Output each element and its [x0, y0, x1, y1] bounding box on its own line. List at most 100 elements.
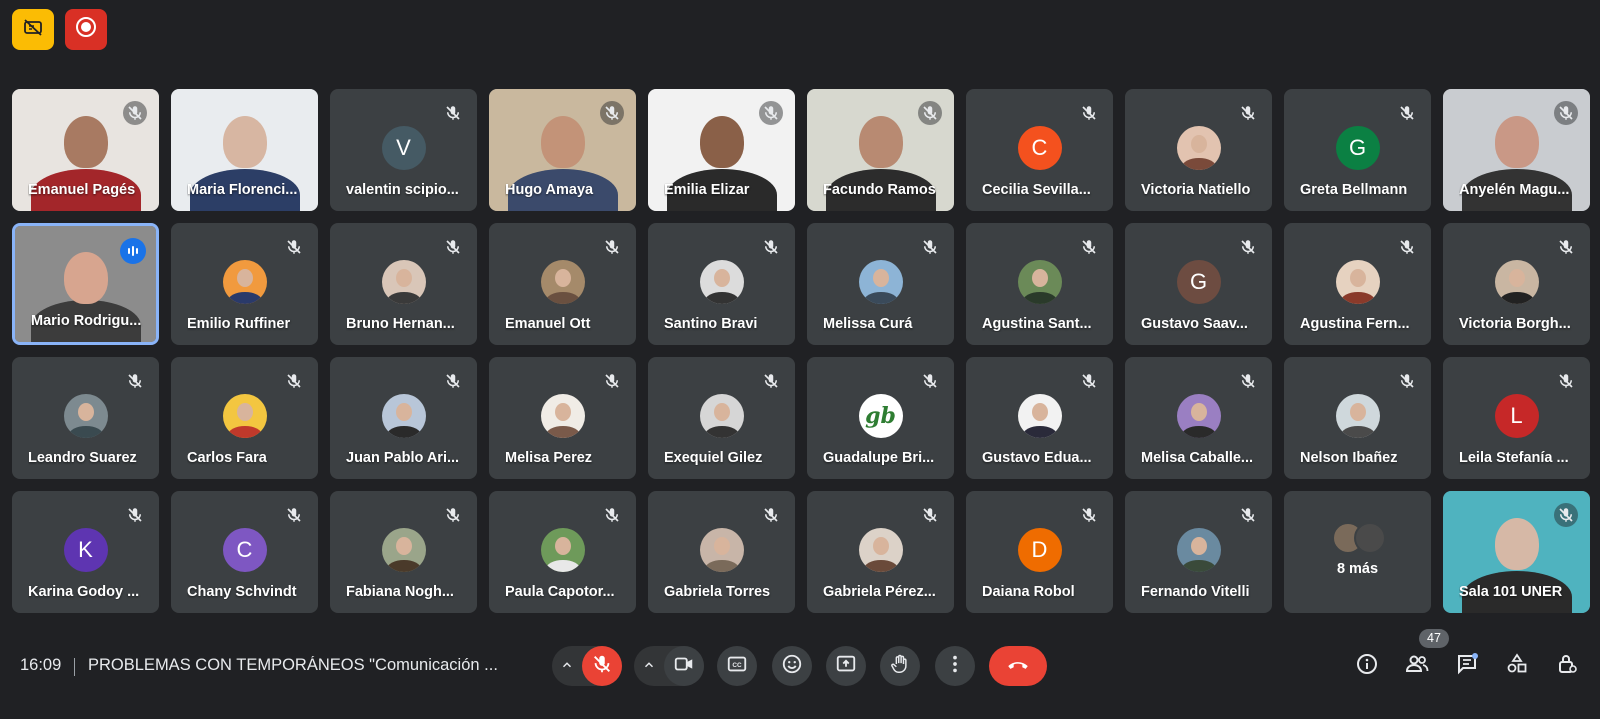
- participant-tile[interactable]: Melisa Perez: [489, 357, 636, 479]
- avatar-photo: [63, 394, 108, 438]
- avatar-photo-head: [1190, 135, 1207, 153]
- participant-tile[interactable]: C Cecilia Sevilla...: [966, 89, 1113, 211]
- avatar-photo-body: [545, 560, 580, 572]
- chat-icon: [1455, 652, 1479, 681]
- avatar-photo-head: [1031, 269, 1048, 287]
- participant-tile[interactable]: Anyelén Magu...: [1443, 89, 1590, 211]
- mic-off-icon: [441, 101, 465, 125]
- participant-tile[interactable]: D Daiana Robol: [966, 491, 1113, 613]
- recording-button[interactable]: [65, 9, 107, 50]
- host-controls-button[interactable]: [1552, 651, 1582, 681]
- mic-off-icon: [282, 503, 306, 527]
- mic-off-icon: [1077, 503, 1101, 527]
- participant-tile[interactable]: Emanuel Ott: [489, 223, 636, 345]
- participant-tile[interactable]: Agustina Sant...: [966, 223, 1113, 345]
- participant-tile[interactable]: Hugo Amaya: [489, 89, 636, 211]
- participant-tile[interactable]: Gabriela Pérez...: [807, 491, 954, 613]
- participant-tile[interactable]: C Chany Schvindt: [171, 491, 318, 613]
- mic-toggle-button[interactable]: [582, 646, 622, 686]
- participant-tile[interactable]: Santino Bravi: [648, 223, 795, 345]
- camera-toggle-button[interactable]: [664, 646, 704, 686]
- mic-off-icon: [591, 653, 613, 680]
- participant-tile[interactable]: Paula Capotor...: [489, 491, 636, 613]
- avatar-photo-body: [1340, 426, 1375, 438]
- more-participants-tile[interactable]: 8 más: [1284, 491, 1431, 613]
- participant-tile[interactable]: Sala 101 UNER: [1443, 491, 1590, 613]
- participant-tile[interactable]: Carlos Fara: [171, 357, 318, 479]
- participant-tile[interactable]: Mario Rodrigu...: [12, 223, 159, 345]
- participant-name: Anyelén Magu...: [1459, 182, 1570, 198]
- meeting-details-button[interactable]: [1352, 651, 1382, 681]
- camera-options-chevron-icon[interactable]: [642, 658, 656, 677]
- avatar-photo-body: [1181, 158, 1216, 170]
- participant-tile[interactable]: gb Guadalupe Bri...: [807, 357, 954, 479]
- participant-tile[interactable]: Facundo Ramos: [807, 89, 954, 211]
- participant-tile[interactable]: Gustavo Edua...: [966, 357, 1113, 479]
- participant-tile[interactable]: G Gustavo Saav...: [1125, 223, 1272, 345]
- mic-off-icon: [1554, 369, 1578, 393]
- mic-off-icon: [759, 235, 783, 259]
- raise-hand-button[interactable]: [880, 646, 920, 686]
- participant-tile[interactable]: Leandro Suarez: [12, 357, 159, 479]
- avatar-photo: [1335, 394, 1380, 438]
- avatar-photo-head: [872, 269, 889, 287]
- avatar-photo-body: [227, 292, 262, 304]
- mic-off-icon: [1077, 101, 1101, 125]
- avatar-photo-body: [1499, 292, 1534, 304]
- video-person-head: [699, 115, 744, 168]
- mic-off-icon: [1395, 369, 1419, 393]
- participant-name: Gabriela Torres: [664, 584, 771, 600]
- avatar-photo-body: [1340, 292, 1375, 304]
- leave-call-button[interactable]: [989, 646, 1047, 686]
- captions-button[interactable]: CC: [717, 646, 757, 686]
- no-camera-warning-icon: [21, 15, 45, 44]
- participant-tile[interactable]: Juan Pablo Ari...: [330, 357, 477, 479]
- avatar-photo-body: [704, 560, 739, 572]
- avatar-photo: [222, 394, 267, 438]
- camera-warning-button[interactable]: [12, 9, 54, 50]
- avatar-letter: C: [1017, 126, 1062, 170]
- participant-tile[interactable]: Melissa Curá: [807, 223, 954, 345]
- participant-name: Melisa Caballe...: [1141, 450, 1254, 466]
- participant-name: Exequiel Gilez: [664, 450, 763, 466]
- participant-tile[interactable]: Melisa Caballe...: [1125, 357, 1272, 479]
- participant-tile[interactable]: Emanuel Pagés: [12, 89, 159, 211]
- reactions-button[interactable]: [772, 646, 812, 686]
- chat-button[interactable]: [1452, 651, 1482, 681]
- participant-tile[interactable]: Nelson Ibañez: [1284, 357, 1431, 479]
- participant-tile[interactable]: Victoria Borgh...: [1443, 223, 1590, 345]
- participant-tile[interactable]: Exequiel Gilez: [648, 357, 795, 479]
- avatar-photo: [1494, 260, 1539, 304]
- participant-tile[interactable]: L Leila Stefanía ...: [1443, 357, 1590, 479]
- activities-button[interactable]: [1502, 651, 1532, 681]
- participant-tile[interactable]: Agustina Fern...: [1284, 223, 1431, 345]
- participant-tile[interactable]: Victoria Natiello: [1125, 89, 1272, 211]
- mic-options-chevron-icon[interactable]: [560, 658, 574, 677]
- participant-tile[interactable]: Maria Florenci...: [171, 89, 318, 211]
- participant-name: Guadalupe Bri...: [823, 450, 935, 466]
- participant-tile[interactable]: Vvalentin scipio...: [330, 89, 477, 211]
- participant-name: Emilia Elizar: [664, 182, 750, 198]
- participant-tile[interactable]: Emilia Elizar: [648, 89, 795, 211]
- participant-tile[interactable]: Emilio Ruffiner: [171, 223, 318, 345]
- divider: [74, 658, 75, 676]
- hand-icon: [889, 653, 911, 680]
- participant-name: Chany Schvindt: [187, 584, 297, 600]
- avatar-photo-head: [395, 403, 412, 421]
- video-person-head: [1494, 115, 1539, 168]
- participant-tile[interactable]: Gabriela Torres: [648, 491, 795, 613]
- participant-tile[interactable]: Fernando Vitelli: [1125, 491, 1272, 613]
- avatar-photo: [699, 528, 744, 572]
- more-options-button[interactable]: [935, 646, 975, 686]
- participant-tile[interactable]: G Greta Bellmann: [1284, 89, 1431, 211]
- people-button[interactable]: [1402, 651, 1432, 681]
- participant-name: Leila Stefanía ...: [1459, 450, 1569, 466]
- participant-tile[interactable]: Fabiana Nogh...: [330, 491, 477, 613]
- present-screen-button[interactable]: [826, 646, 866, 686]
- participant-tile[interactable]: K Karina Godoy ...: [12, 491, 159, 613]
- avatar-photo: [1353, 522, 1386, 554]
- present-screen-icon: [835, 653, 857, 680]
- participant-name: Nelson Ibañez: [1300, 450, 1398, 466]
- avatar-photo-head: [1349, 269, 1366, 287]
- participant-tile[interactable]: Bruno Hernan...: [330, 223, 477, 345]
